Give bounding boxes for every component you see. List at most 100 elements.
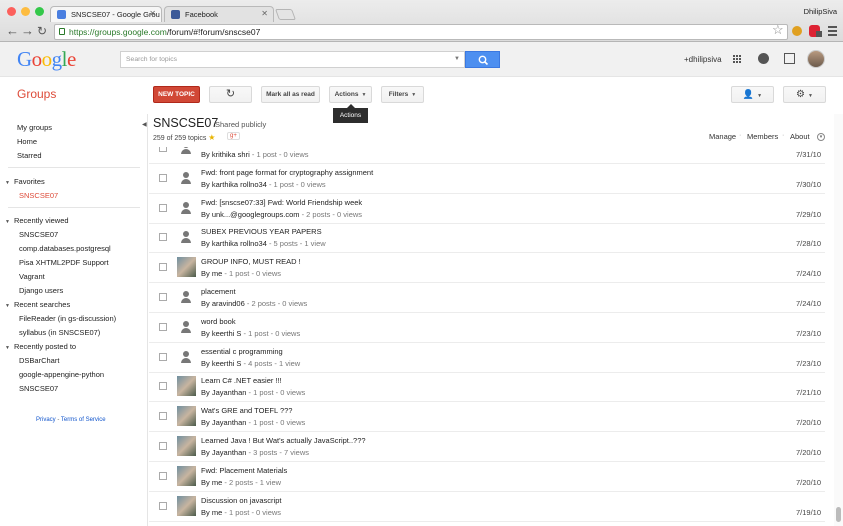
chevron-down-icon[interactable]: ▾ bbox=[817, 133, 825, 141]
row-checkbox[interactable] bbox=[159, 412, 167, 421]
row-checkbox[interactable] bbox=[159, 442, 167, 450]
tab-facebook[interactable]: Facebook ✕ bbox=[164, 6, 274, 22]
recent-post-item[interactable]: google-appengine-python bbox=[19, 370, 104, 379]
apps-grid-icon[interactable] bbox=[733, 55, 742, 64]
table-row[interactable]: GROUP INFO, MUST READ ! By me - 1 post - … bbox=[149, 253, 825, 284]
row-checkbox[interactable] bbox=[159, 471, 167, 480]
topic-author[interactable]: By Jayanthan bbox=[201, 418, 246, 427]
avatar[interactable] bbox=[807, 50, 825, 68]
recent-item[interactable]: Pisa XHTML2PDF Support bbox=[19, 258, 109, 267]
row-checkbox[interactable] bbox=[159, 293, 167, 301]
share-plus-icon[interactable] bbox=[784, 53, 795, 64]
privacy-link[interactable]: Privacy bbox=[36, 417, 56, 423]
tab-groups[interactable]: SNSCSE07 - Google Grou ✕ bbox=[50, 6, 162, 22]
topic-author[interactable]: By karthika rollno34 bbox=[201, 239, 267, 248]
table-row[interactable]: Fwd: [snscse07:33] Fwd: World Friendship… bbox=[149, 194, 825, 224]
topic-author[interactable]: By me bbox=[201, 478, 222, 487]
plus-profile-link[interactable]: +dhilipsiva bbox=[684, 55, 722, 64]
table-row[interactable]: Discussion on javascript By me - 1 post -… bbox=[149, 492, 825, 522]
topic-author[interactable]: By me bbox=[201, 508, 222, 517]
sidebar-item-my-groups[interactable]: My groups bbox=[17, 123, 52, 132]
favorites-header[interactable]: ▼ Favorites bbox=[5, 177, 45, 186]
topic-author[interactable]: By Jayanthan bbox=[201, 388, 246, 397]
recent-search-item[interactable]: FileReader (in gs-discussion) bbox=[19, 314, 116, 323]
mark-all-read-button[interactable]: Mark all as read bbox=[261, 86, 320, 103]
scrollbar-thumb[interactable] bbox=[836, 507, 841, 522]
topic-subject[interactable]: Discussion on javascript bbox=[201, 496, 281, 505]
recently-viewed-header[interactable]: ▼ Recently viewed bbox=[5, 216, 69, 225]
collapse-sidebar-icon[interactable]: ◀ bbox=[142, 121, 147, 128]
table-row[interactable]: Wat's GRE and TOEFL ??? By Jayanthan - 1 … bbox=[149, 402, 825, 433]
table-row[interactable]: Fwd: Placement Materials By me - 2 posts … bbox=[149, 462, 825, 492]
recently-posted-header[interactable]: ▼ Recently posted to bbox=[5, 342, 76, 351]
table-row[interactable]: essential c programming By keerthi S - 4 … bbox=[149, 343, 825, 373]
row-checkbox[interactable] bbox=[159, 382, 167, 391]
topic-author[interactable]: By krithika shri bbox=[201, 150, 250, 159]
row-checkbox[interactable] bbox=[159, 352, 167, 361]
recent-post-item[interactable]: SNSCSE07 bbox=[19, 384, 58, 393]
members-link[interactable]: Members bbox=[747, 132, 778, 141]
topic-subject[interactable]: Fwd: Placement Materials bbox=[201, 466, 287, 475]
scrollbar[interactable] bbox=[834, 114, 843, 526]
recent-item[interactable]: Vagrant bbox=[19, 272, 45, 281]
settings-button[interactable]: ⚙ ▼ bbox=[783, 86, 826, 103]
actions-button[interactable]: Actions ▼ bbox=[329, 86, 372, 103]
table-row[interactable]: Learn C# .NET easier !!! By Jayanthan - 1… bbox=[149, 372, 825, 403]
favorite-item[interactable]: SNSCSE07 bbox=[19, 191, 58, 200]
topic-subject[interactable]: GROUP INFO, MUST READ ! bbox=[201, 257, 301, 266]
topic-author[interactable]: By aravind06 bbox=[201, 299, 245, 308]
table-row[interactable]: Learned Java ! But Wat's actually JavaSc… bbox=[149, 432, 825, 462]
row-checkbox[interactable] bbox=[159, 203, 167, 212]
member-settings-button[interactable]: 👤 ▼ bbox=[731, 86, 774, 103]
topic-author[interactable]: By keerthi S bbox=[201, 359, 241, 368]
google-logo[interactable]: Google bbox=[17, 47, 76, 72]
reload-icon[interactable]: ↻ bbox=[37, 23, 47, 39]
notifications-bell-icon[interactable] bbox=[758, 53, 769, 64]
about-link[interactable]: About bbox=[790, 132, 810, 141]
sidebar-item-home[interactable]: Home bbox=[17, 137, 37, 146]
topic-subject[interactable]: Wat's GRE and TOEFL ??? bbox=[201, 406, 292, 415]
table-row[interactable]: SUBEX PREVIOUS YEAR PAPERS By karthika ro… bbox=[149, 223, 825, 254]
refresh-button[interactable]: ↻ bbox=[209, 86, 252, 103]
back-arrow-icon[interactable]: ← bbox=[6, 23, 19, 39]
manage-link[interactable]: Manage bbox=[709, 132, 736, 141]
recent-post-item[interactable]: DSBarChart bbox=[19, 356, 59, 365]
recent-searches-header[interactable]: ▼ Recent searches bbox=[5, 300, 70, 309]
close-window-button[interactable] bbox=[7, 7, 16, 16]
gplus-button[interactable]: g+ bbox=[227, 132, 240, 140]
row-checkbox[interactable] bbox=[159, 322, 167, 331]
table-row[interactable]: By krithika shri - 1 post - 0 views 7/31/… bbox=[149, 147, 825, 164]
new-tab-button[interactable] bbox=[274, 9, 297, 20]
recent-item[interactable]: Django users bbox=[19, 286, 63, 295]
table-row[interactable]: Fwd: front page format for cryptography … bbox=[149, 164, 825, 194]
topic-subject[interactable]: Fwd: front page format for cryptography … bbox=[201, 168, 373, 177]
row-checkbox[interactable] bbox=[159, 233, 167, 242]
row-checkbox[interactable] bbox=[159, 173, 167, 182]
close-tab-icon[interactable]: ✕ bbox=[261, 9, 268, 18]
filters-button[interactable]: Filters ▼ bbox=[381, 86, 424, 103]
table-row[interactable]: word book By keerthi S - 1 post - 0 views… bbox=[149, 313, 825, 343]
topic-author[interactable]: By me bbox=[201, 269, 222, 278]
recent-search-item[interactable]: syllabus (in SNSCSE07) bbox=[19, 328, 100, 337]
bookmark-star-icon[interactable]: ☆ bbox=[772, 22, 784, 38]
terms-link[interactable]: Terms of Service bbox=[61, 417, 106, 423]
app-title[interactable]: Groups bbox=[17, 87, 56, 101]
topic-subject[interactable]: essential c programming bbox=[201, 347, 283, 356]
topic-subject[interactable]: placement bbox=[201, 287, 236, 296]
recent-item[interactable]: SNSCSE07 bbox=[19, 230, 58, 239]
forward-arrow-icon[interactable]: → bbox=[21, 23, 34, 39]
address-bar[interactable]: https://groups.google.com/forum/#!forum/… bbox=[54, 24, 788, 40]
topic-author[interactable]: By karthika rollno34 bbox=[201, 180, 267, 189]
table-row[interactable]: placement By aravind06 - 2 posts - 0 view… bbox=[149, 283, 825, 313]
topic-subject[interactable]: SUBEX PREVIOUS YEAR PAPERS bbox=[201, 227, 322, 236]
star-icon[interactable]: ★ bbox=[208, 133, 215, 142]
maximize-window-button[interactable] bbox=[35, 7, 44, 16]
topic-author[interactable]: By unk...@googlegroups.com bbox=[201, 210, 300, 219]
chrome-menu-icon[interactable] bbox=[828, 26, 837, 38]
row-checkbox[interactable] bbox=[159, 501, 167, 510]
search-options-chevron-icon[interactable]: ▼ bbox=[454, 56, 460, 62]
extension-icon[interactable] bbox=[792, 26, 802, 36]
topic-subject[interactable]: word book bbox=[201, 317, 236, 326]
new-topic-button[interactable]: NEW TOPIC bbox=[153, 86, 200, 103]
row-checkbox[interactable] bbox=[159, 263, 167, 272]
